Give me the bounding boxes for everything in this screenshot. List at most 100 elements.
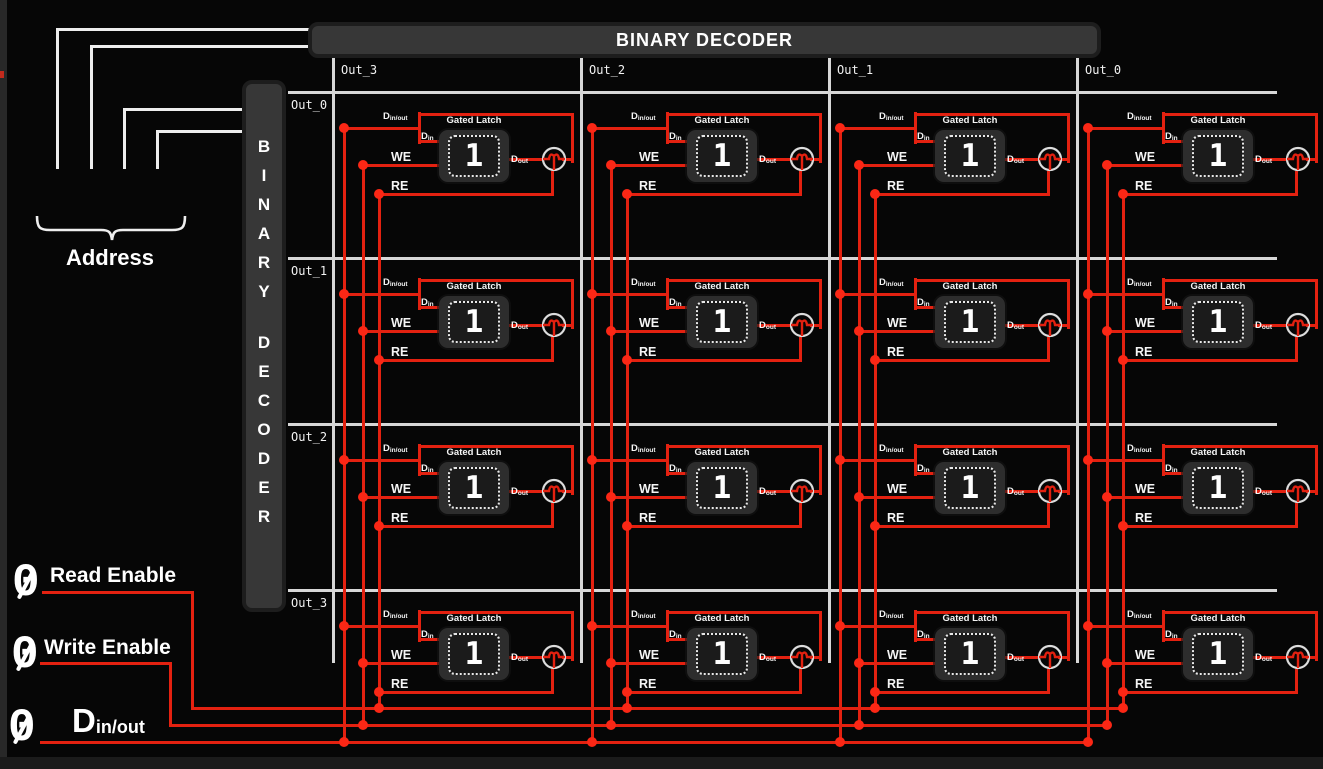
junction-dot bbox=[1102, 658, 1112, 668]
address-brace bbox=[30, 210, 200, 250]
left-binary-decoder: BINARYDECODER bbox=[242, 80, 286, 612]
bottom-edge-strip bbox=[0, 757, 1323, 769]
junction-dot bbox=[1083, 289, 1093, 299]
din-out-input-label: Din/out bbox=[72, 702, 145, 740]
junction-dot bbox=[374, 687, 384, 697]
junction-dot bbox=[870, 189, 880, 199]
gated-latch-box: 1 bbox=[1183, 462, 1253, 514]
address-wire-2 bbox=[123, 108, 243, 111]
junction-dot bbox=[1102, 720, 1112, 730]
gated-latch-box: 1 bbox=[935, 628, 1005, 680]
din-out-pin-label: Din/out bbox=[383, 111, 408, 122]
junction-dot bbox=[1083, 455, 1093, 465]
wire-din-out-right bbox=[1315, 113, 1318, 163]
gated-latch-box: 1 bbox=[439, 130, 509, 182]
tristate-buffer-icon bbox=[788, 477, 816, 505]
wire-din-out bbox=[1086, 293, 1165, 296]
wire-re-stem bbox=[799, 337, 802, 361]
memory-cell: Din/out Din WE RE Dout Gated Latch 1 bbox=[581, 590, 831, 750]
latch-bit-value: 1 bbox=[713, 307, 732, 338]
din-pin-label: Din bbox=[421, 463, 434, 474]
wire-din-out bbox=[342, 459, 421, 462]
latch-bit-value: 1 bbox=[465, 639, 484, 670]
wire-din-out bbox=[342, 293, 421, 296]
latch-bit-value: 1 bbox=[961, 141, 980, 172]
din-out-pin-label: Din/out bbox=[1127, 443, 1152, 454]
junction-dot bbox=[587, 123, 597, 133]
tristate-buffer-icon bbox=[1036, 477, 1064, 505]
junction-dot bbox=[835, 289, 845, 299]
latch-bit-value: 1 bbox=[961, 473, 980, 504]
latch-bit-value: 1 bbox=[713, 473, 732, 504]
address-wire-3 bbox=[156, 130, 243, 133]
write-enable-wire bbox=[40, 662, 171, 665]
wire-din-out bbox=[590, 127, 669, 130]
we-pin-label: WE bbox=[639, 648, 659, 662]
tristate-buffer-icon bbox=[788, 145, 816, 173]
wire-din-out bbox=[838, 127, 917, 130]
junction-dot bbox=[339, 123, 349, 133]
wire-din-out bbox=[838, 293, 917, 296]
memory-cell: Din/out Din WE RE Dout Gated Latch 1 bbox=[829, 424, 1079, 584]
re-pin-label: RE bbox=[887, 511, 904, 525]
junction-dot bbox=[358, 658, 368, 668]
memory-cell: Din/out Din WE RE Dout Gated Latch 1 bbox=[829, 590, 1079, 750]
junction-dot bbox=[358, 160, 368, 170]
we-pin-label: WE bbox=[391, 150, 411, 164]
gated-latch-title: Gated Latch bbox=[1173, 447, 1263, 458]
wire-din-out-right bbox=[1315, 611, 1318, 661]
wire-din-out-right bbox=[1067, 445, 1070, 495]
din-out-pin-label: Din/out bbox=[631, 277, 656, 288]
write-enable-label: Write Enable bbox=[44, 636, 171, 660]
wire-re-stem bbox=[551, 669, 554, 693]
gated-latch-title: Gated Latch bbox=[677, 115, 767, 126]
din-pin-label: Din bbox=[1165, 131, 1178, 142]
wire-din-out-right bbox=[571, 279, 574, 329]
wire-din-out-right bbox=[819, 113, 822, 163]
din-out-pin-label: Din/out bbox=[1127, 111, 1152, 122]
left-decoder-letter: O bbox=[257, 415, 270, 444]
write-enable-input-value[interactable]: 0 bbox=[11, 633, 39, 677]
junction-dot bbox=[339, 289, 349, 299]
junction-dot bbox=[339, 455, 349, 465]
latch-bit-box: 1 bbox=[448, 467, 500, 509]
din-out-pin-label: Din/out bbox=[879, 609, 904, 620]
junction-dot bbox=[1102, 160, 1112, 170]
dout-pin-label: Dout bbox=[1255, 652, 1272, 663]
junction-dot bbox=[1118, 687, 1128, 697]
junction-dot bbox=[622, 189, 632, 199]
address-wire-3 bbox=[156, 130, 159, 169]
junction-dot bbox=[835, 123, 845, 133]
read-enable-input-value[interactable]: 0 bbox=[12, 561, 40, 605]
re-pin-label: RE bbox=[1135, 345, 1152, 359]
left-decoder-letter: N bbox=[258, 190, 270, 219]
junction-dot bbox=[870, 355, 880, 365]
left-decoder-letter: R bbox=[258, 248, 270, 277]
row-label: Out_3 bbox=[291, 596, 327, 610]
wire-din-out-right bbox=[819, 611, 822, 661]
junction-dot bbox=[374, 521, 384, 531]
re-pin-label: RE bbox=[391, 345, 408, 359]
left-decoder-letter: I bbox=[262, 161, 267, 190]
write-enable-wire bbox=[169, 662, 172, 727]
din-out-pin-label: Din/out bbox=[879, 277, 904, 288]
junction-dot bbox=[606, 720, 616, 730]
re-pin-label: RE bbox=[1135, 179, 1152, 193]
dout-pin-label: Dout bbox=[759, 154, 776, 165]
din-pin-label: Din bbox=[917, 629, 930, 640]
dout-pin-label: Dout bbox=[511, 652, 528, 663]
latch-bit-value: 1 bbox=[961, 639, 980, 670]
din-out-pin-label: Din/out bbox=[631, 443, 656, 454]
tristate-buffer-icon bbox=[1284, 311, 1312, 339]
wire-din-out-right bbox=[1315, 279, 1318, 329]
re-pin-label: RE bbox=[639, 345, 656, 359]
wire-din-out bbox=[838, 625, 917, 628]
wire-re-stem bbox=[1295, 337, 1298, 361]
junction-dot bbox=[587, 455, 597, 465]
tristate-buffer-icon bbox=[1036, 311, 1064, 339]
junction-dot bbox=[870, 521, 880, 531]
tristate-buffer-icon bbox=[540, 643, 568, 671]
re-pin-label: RE bbox=[391, 179, 408, 193]
junction-dot bbox=[374, 189, 384, 199]
din-out-input-value[interactable]: 0 bbox=[8, 706, 36, 750]
